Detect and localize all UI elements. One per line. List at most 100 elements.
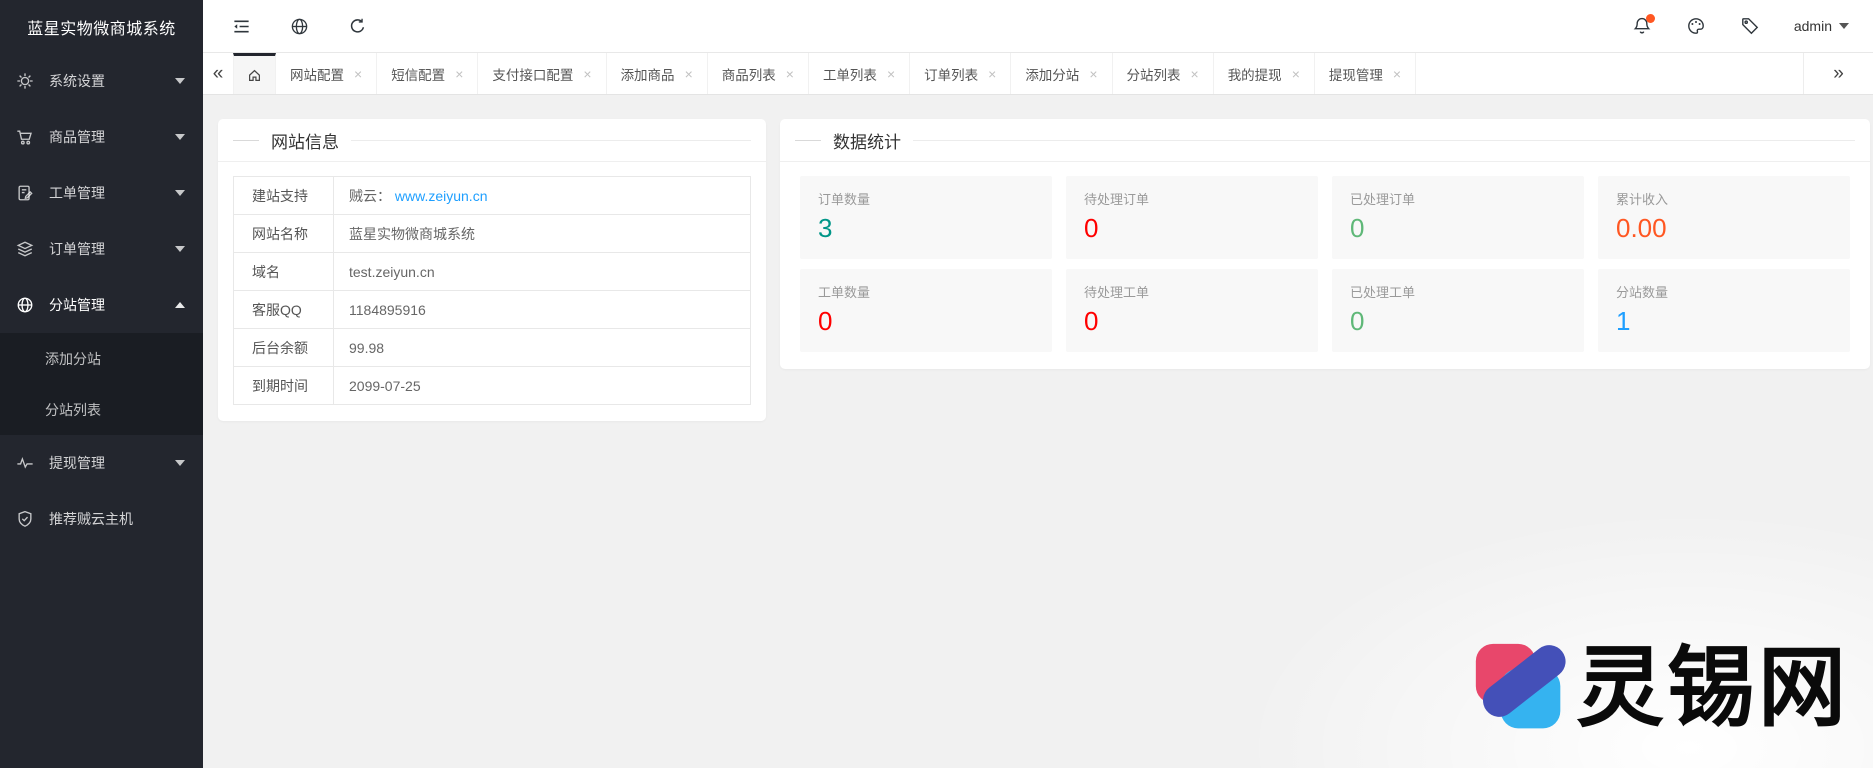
tab-order-list[interactable]: 订单列表× bbox=[910, 53, 1011, 94]
sidebar-item-system-settings[interactable]: 系统设置 bbox=[0, 53, 203, 109]
tab-site-config[interactable]: 网站配置× bbox=[276, 53, 377, 94]
stat-label: 待处理工单 bbox=[1084, 282, 1300, 301]
sidebar-item-label: 商品管理 bbox=[49, 127, 105, 147]
close-icon[interactable]: × bbox=[583, 67, 591, 81]
sidebar-item-label: 工单管理 bbox=[49, 183, 105, 203]
submenu-item-label: 添加分站 bbox=[45, 349, 101, 369]
close-icon[interactable]: × bbox=[685, 67, 693, 81]
close-icon[interactable]: × bbox=[1292, 67, 1300, 81]
chevron-down-icon bbox=[175, 78, 185, 84]
title-rule bbox=[351, 140, 751, 141]
topbar: admin bbox=[203, 0, 1873, 53]
admin-app: 蓝星实物微商城系统 系统设置 商品管理 工单管理 bbox=[0, 0, 1873, 768]
notification-bell-icon[interactable] bbox=[1632, 16, 1652, 36]
sidebar-item-substation-management[interactable]: 分站管理 bbox=[0, 277, 203, 333]
tab-label: 添加商品 bbox=[621, 64, 675, 84]
table-row: 域名 test.zeiyun.cn bbox=[234, 253, 751, 291]
row-value: 蓝星实物微商城系统 bbox=[334, 215, 751, 253]
table-row: 网站名称 蓝星实物微商城系统 bbox=[234, 215, 751, 253]
stat-value: 0 bbox=[1084, 213, 1300, 244]
site-info-table: 建站支持 贼云： www.zeiyun.cn 网站名称 蓝星实物微商城系统 域名 bbox=[233, 176, 751, 405]
chevron-down-icon bbox=[175, 134, 185, 140]
tab-product-list[interactable]: 商品列表 × bbox=[708, 53, 809, 94]
sidebar-subitem-add-substation[interactable]: 添加分站 bbox=[0, 333, 203, 384]
site-info-title: 网站信息 bbox=[271, 128, 339, 153]
website-globe-icon[interactable] bbox=[289, 16, 309, 36]
tab-my-withdraw[interactable]: 我的提现× bbox=[1214, 53, 1315, 94]
tabs-more-button[interactable]: » bbox=[1803, 53, 1873, 94]
close-icon[interactable]: × bbox=[988, 67, 996, 81]
stat-card-processed-orders: 已处理订单 0 bbox=[1332, 176, 1584, 259]
table-row: 到期时间 2099-07-25 bbox=[234, 367, 751, 405]
close-icon[interactable]: × bbox=[887, 67, 895, 81]
tab-add-product[interactable]: 添加商品 × bbox=[607, 53, 708, 94]
stats-cards: 订单数量 3 待处理订单 0 已处理订单 0 累计收入 0.00 bbox=[780, 162, 1870, 352]
tabbar: « 网站配置× 短信配置× 支付接口配置× 添加商品× 商品列表× 工单列表× … bbox=[203, 53, 1873, 95]
sidebar-item-withdraw-management[interactable]: 提现管理 bbox=[0, 435, 203, 491]
tab-label: 提现管理 bbox=[1329, 64, 1383, 84]
user-menu[interactable]: admin bbox=[1794, 18, 1849, 34]
row-value: 99.98 bbox=[334, 329, 751, 367]
sidebar-subitem-substation-list[interactable]: 分站列表 bbox=[0, 384, 203, 435]
tab-substation-list[interactable]: 分站列表 × bbox=[1113, 53, 1214, 94]
sidebar-item-label: 推荐贼云主机 bbox=[49, 509, 133, 529]
stat-card-workorder-count: 工单数量 0 bbox=[800, 269, 1052, 352]
close-icon[interactable]: × bbox=[1089, 67, 1097, 81]
stat-label: 累计收入 bbox=[1616, 189, 1832, 208]
row-label: 网站名称 bbox=[234, 215, 334, 253]
sidebar-item-product-management[interactable]: 商品管理 bbox=[0, 109, 203, 165]
tabs-scroll-left[interactable]: « bbox=[203, 53, 233, 94]
tab-label: 商品列表 bbox=[722, 64, 776, 84]
tab-label: 工单列表 bbox=[823, 64, 877, 84]
sidebar-item-recommend-host[interactable]: 推荐贼云主机 bbox=[0, 491, 203, 547]
row-value: 2099-07-25 bbox=[334, 367, 751, 405]
stat-value: 0 bbox=[1350, 213, 1566, 244]
stat-label: 已处理工单 bbox=[1350, 282, 1566, 301]
stat-card-order-count: 订单数量 3 bbox=[800, 176, 1052, 259]
close-icon[interactable]: × bbox=[786, 67, 794, 81]
close-icon[interactable]: × bbox=[455, 67, 463, 81]
theme-palette-icon[interactable] bbox=[1686, 16, 1706, 36]
tab-withdraw-management[interactable]: 提现管理 × bbox=[1315, 53, 1416, 94]
layers-icon bbox=[16, 240, 34, 258]
support-link[interactable]: www.zeiyun.cn bbox=[395, 188, 488, 204]
stat-card-pending-orders: 待处理订单 0 bbox=[1066, 176, 1318, 259]
stat-value: 0 bbox=[818, 306, 1034, 337]
sidebar-item-order-management[interactable]: 订单管理 bbox=[0, 221, 203, 277]
sidebar-item-workorder-management[interactable]: 工单管理 bbox=[0, 165, 203, 221]
table-row: 客服QQ 1184895916 bbox=[234, 291, 751, 329]
row-label: 到期时间 bbox=[234, 367, 334, 405]
submenu-item-label: 分站列表 bbox=[45, 400, 101, 420]
tab-home[interactable] bbox=[233, 53, 276, 94]
app-title: 蓝星实物微商城系统 bbox=[0, 0, 203, 53]
tag-icon[interactable] bbox=[1740, 16, 1760, 36]
stat-label: 分站数量 bbox=[1616, 282, 1832, 301]
tab-workorder-list[interactable]: 工单列表 × bbox=[809, 53, 910, 94]
notification-badge bbox=[1646, 14, 1655, 23]
close-icon[interactable]: × bbox=[1393, 67, 1401, 81]
stat-label: 工单数量 bbox=[818, 282, 1034, 301]
title-dash bbox=[233, 140, 259, 141]
table-row: 后台余额 99.98 bbox=[234, 329, 751, 367]
site-info-header: 网站信息 bbox=[218, 119, 766, 162]
collapse-sidebar-icon[interactable] bbox=[231, 16, 251, 36]
username: admin bbox=[1794, 18, 1832, 34]
refresh-icon[interactable] bbox=[347, 16, 367, 36]
shield-icon bbox=[16, 510, 34, 528]
sidebar-item-label: 提现管理 bbox=[49, 453, 105, 473]
tab-payment-config[interactable]: 支付接口配置× bbox=[478, 53, 606, 94]
content-area: 网站信息 建站支持 贼云： www.zeiyun.cn 网站名 bbox=[203, 95, 1873, 768]
stat-label: 已处理订单 bbox=[1350, 189, 1566, 208]
substation-submenu: 添加分站 分站列表 bbox=[0, 333, 203, 435]
tab-add-substation[interactable]: 添加分站× bbox=[1011, 53, 1112, 94]
chevron-down-icon bbox=[175, 190, 185, 196]
stat-card-total-income: 累计收入 0.00 bbox=[1598, 176, 1850, 259]
topbar-left bbox=[231, 16, 367, 36]
close-icon[interactable]: × bbox=[1191, 67, 1199, 81]
sidebar-item-label: 订单管理 bbox=[49, 239, 105, 259]
tab-label: 分站列表 bbox=[1127, 64, 1181, 84]
tab-sms-config[interactable]: 短信配置× bbox=[377, 53, 478, 94]
title-rule bbox=[913, 140, 1855, 141]
close-icon[interactable]: × bbox=[354, 67, 362, 81]
stat-value: 0 bbox=[1350, 306, 1566, 337]
